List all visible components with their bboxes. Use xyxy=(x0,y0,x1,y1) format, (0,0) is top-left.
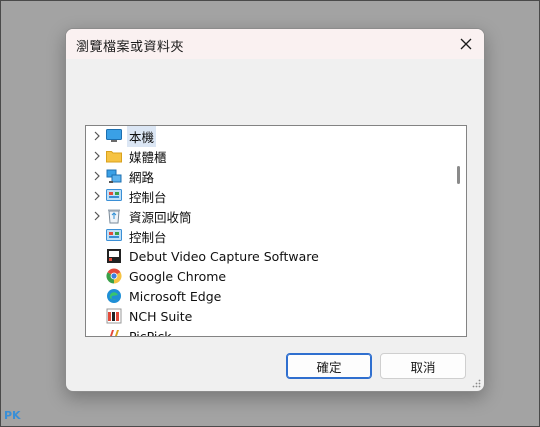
watermark-logo: PK xyxy=(4,409,21,422)
screenshot-frame: 瀏覽檔案或資料夾 本機 媒體櫃 網路 控制台 資源回收筒 控制台 Debut V… xyxy=(0,0,540,427)
edge-icon xyxy=(105,287,123,305)
folder-icon xyxy=(105,147,123,165)
tree-item-label: Debut Video Capture Software xyxy=(129,248,319,264)
control-panel-icon xyxy=(105,187,123,205)
resize-grip-icon[interactable] xyxy=(471,378,481,388)
close-button[interactable] xyxy=(454,32,478,56)
tree-item-network[interactable]: 網路 xyxy=(86,166,466,186)
tree-item-this-pc[interactable]: 本機 xyxy=(86,126,466,147)
network-icon xyxy=(105,167,123,185)
tree-item-edge[interactable]: Microsoft Edge xyxy=(86,286,466,306)
tree-item-label: PicPick xyxy=(129,328,172,337)
tree-item-control-panel-2[interactable]: 控制台 xyxy=(86,226,466,246)
recycle-bin-icon xyxy=(105,207,123,225)
tree-item-library[interactable]: 媒體櫃 xyxy=(86,146,466,166)
cancel-button[interactable]: 取消 xyxy=(380,353,466,379)
chevron-right-icon[interactable] xyxy=(90,126,104,146)
chevron-right-icon[interactable] xyxy=(90,146,104,166)
tree-item-chrome[interactable]: Google Chrome xyxy=(86,266,466,286)
control-panel-icon xyxy=(105,227,123,245)
nch-icon xyxy=(105,307,123,325)
vertical-scrollbar-thumb[interactable] xyxy=(457,166,460,184)
chevron-right-icon[interactable] xyxy=(90,186,104,206)
browse-dialog: 瀏覽檔案或資料夾 本機 媒體櫃 網路 控制台 資源回收筒 控制台 Debut V… xyxy=(65,28,485,392)
tree-item-label: Google Chrome xyxy=(129,268,227,284)
debut-app-icon xyxy=(105,247,123,265)
tree-item-label: Microsoft Edge xyxy=(129,288,222,304)
tree-item-label: NCH Suite xyxy=(129,308,193,324)
chevron-right-icon[interactable] xyxy=(90,206,104,226)
tree-item-nch[interactable]: NCH Suite xyxy=(86,306,466,326)
dialog-title: 瀏覽檔案或資料夾 xyxy=(76,40,185,55)
tree-item-label: 媒體櫃 xyxy=(129,149,167,165)
tree-item-control-panel[interactable]: 控制台 xyxy=(86,186,466,206)
folder-tree[interactable]: 本機 媒體櫃 網路 控制台 資源回收筒 控制台 Debut Video Capt… xyxy=(85,125,467,337)
tree-item-label: 資源回收筒 xyxy=(129,209,192,225)
ok-button[interactable]: 確定 xyxy=(286,353,372,379)
tree-item-picpick[interactable]: PicPick xyxy=(86,326,466,337)
title-bar: 瀏覽檔案或資料夾 xyxy=(66,29,484,59)
chevron-right-icon[interactable] xyxy=(90,166,104,186)
tree-item-label: 控制台 xyxy=(129,229,167,245)
tree-item-label: 本機 xyxy=(127,126,157,147)
tree-item-label: 網路 xyxy=(129,169,155,185)
close-icon xyxy=(460,38,472,50)
picpick-icon xyxy=(105,327,123,336)
chrome-icon xyxy=(105,267,123,285)
tree-item-debut[interactable]: Debut Video Capture Software xyxy=(86,246,466,266)
tree-item-recycle-bin[interactable]: 資源回收筒 xyxy=(86,206,466,226)
monitor-icon xyxy=(105,127,123,145)
tree-item-label: 控制台 xyxy=(129,189,167,205)
